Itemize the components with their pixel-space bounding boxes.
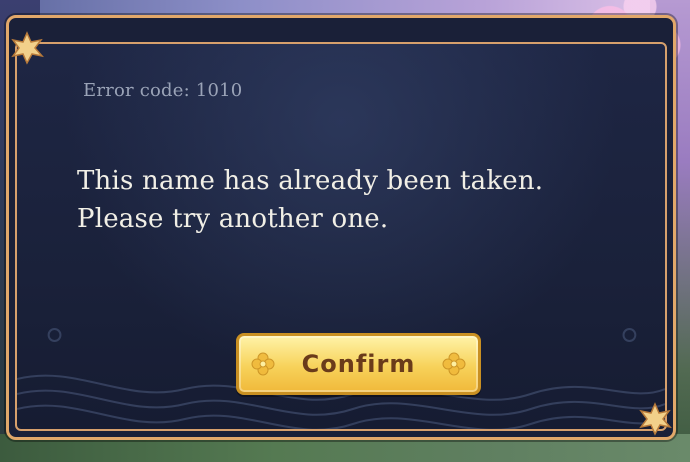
dialog-panel: Error code: 1010 This name has already b… [15, 42, 667, 431]
maple-leaf-icon [639, 402, 673, 436]
flower-icon [251, 352, 275, 376]
error-code-text: Error code: 1010 [83, 80, 243, 101]
flower-icon [442, 352, 466, 376]
confirm-button[interactable]: Confirm [236, 333, 481, 395]
game-screen: Error code: 1010 This name has already b… [0, 0, 690, 462]
error-message: This name has already been taken. Please… [77, 166, 544, 234]
error-dialog: Error code: 1010 This name has already b… [6, 15, 676, 440]
maple-leaf-icon [11, 31, 45, 65]
confirm-button-label: Confirm [301, 350, 416, 378]
